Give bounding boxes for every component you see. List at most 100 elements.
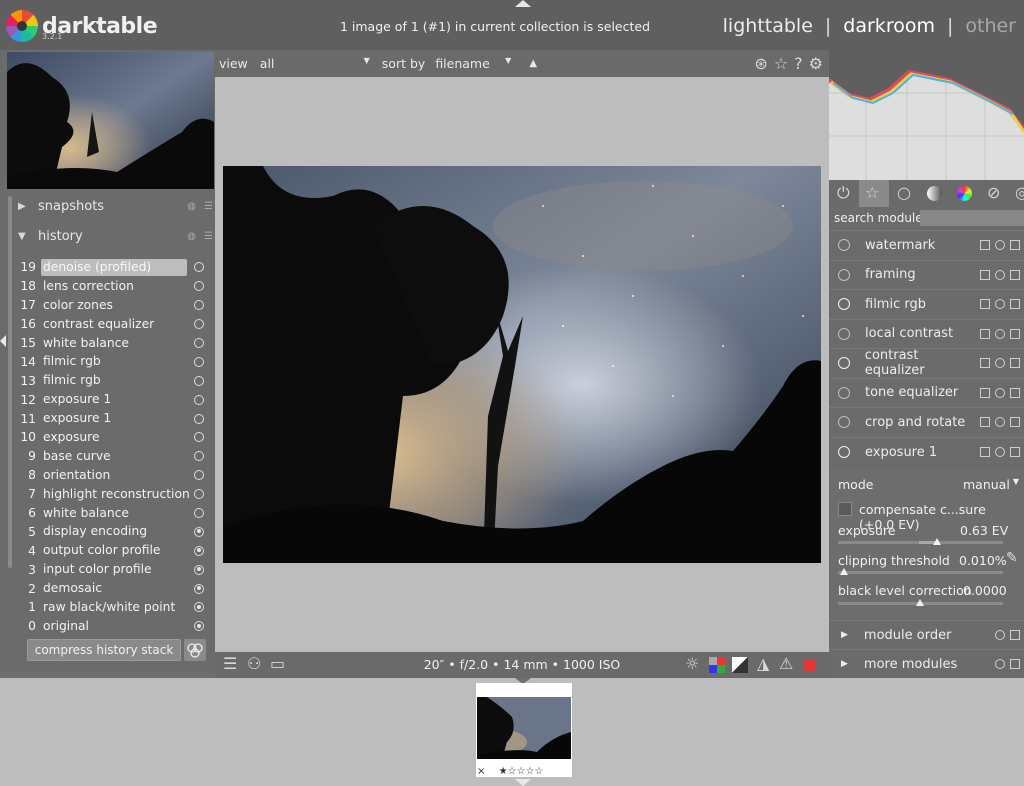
history-item[interactable]: 15 white balance — [20, 334, 210, 353]
active-modules-icon[interactable]: ⏻ — [837, 183, 850, 203]
module-label: crop and rotate — [865, 414, 966, 430]
history-item-label: white balance — [43, 335, 129, 350]
history-item[interactable]: 0 original — [20, 617, 210, 636]
exposure-value: 0.63 EV — [960, 523, 1009, 538]
filmstrip-image[interactable] — [477, 697, 571, 759]
history-item[interactable]: 18 lens correction — [20, 277, 210, 296]
power-icon[interactable] — [838, 357, 850, 370]
correct-group-icon[interactable]: ⊘ — [987, 183, 1000, 202]
history-item[interactable]: 9 base curve — [20, 447, 210, 466]
sort-dropdown[interactable]: filename ▼ — [435, 56, 511, 71]
history-item[interactable]: 11 exposure 1 — [20, 409, 210, 428]
module-state-icon — [194, 413, 204, 424]
module-header[interactable]: crop and rotate — [829, 407, 1024, 437]
module-header[interactable]: watermark — [829, 230, 1024, 260]
module-header[interactable]: local contrast — [829, 318, 1024, 348]
clipping-slider-knob[interactable] — [840, 568, 848, 575]
history-item-number: 4 — [28, 543, 36, 558]
bottom-panel-collapse-arrow[interactable] — [515, 779, 531, 786]
module-header[interactable]: exposure 1 — [829, 437, 1024, 467]
history-item[interactable]: 8 orientation — [20, 466, 210, 485]
module-state-icon — [194, 394, 204, 405]
compensate-checkbox[interactable] — [838, 502, 852, 516]
history-item[interactable]: 17 color zones — [20, 296, 210, 315]
history-item-label: input color profile — [43, 562, 152, 577]
history-item[interactable]: 19 denoise (profiled) — [20, 258, 210, 277]
grouping-icon[interactable]: ⊛ — [754, 54, 767, 73]
more-modules-label: more modules — [863, 656, 958, 672]
history-header[interactable]: ▼ history ◍ ☰ — [18, 222, 213, 250]
history-item[interactable]: 2 demosaic — [20, 579, 210, 598]
history-item[interactable]: 5 display encoding — [20, 522, 210, 541]
exposure-slider-knob[interactable] — [933, 538, 941, 545]
sort-order-icon[interactable]: ▲ — [529, 58, 537, 69]
history-item[interactable]: 3 input color profile — [20, 560, 210, 579]
module-state-icon — [194, 489, 204, 500]
navigation-thumbnail[interactable] — [7, 52, 214, 189]
black-level-slider-knob[interactable] — [916, 599, 924, 606]
history-item[interactable]: 14 filmic rgb — [20, 352, 210, 371]
power-icon[interactable] — [838, 268, 850, 281]
power-icon[interactable] — [838, 416, 850, 429]
history-item[interactable]: 12 exposure 1 — [20, 390, 210, 409]
clipping-value: 0.010% — [959, 553, 1007, 568]
reset-icon[interactable]: ◍ — [187, 201, 196, 212]
snapshots-header[interactable]: ▶ snapshots ◍ ☰ — [18, 192, 213, 220]
history-item[interactable]: 4 output color profile — [20, 541, 210, 560]
history-item[interactable]: 6 white balance — [20, 504, 210, 523]
reject-icon[interactable]: × — [477, 766, 485, 777]
view-lighttable[interactable]: lighttable — [723, 15, 813, 37]
history-item[interactable]: 1 raw black/white point — [20, 598, 210, 617]
history-item[interactable]: 16 contrast equalizer — [20, 315, 210, 334]
mode-dropdown[interactable]: manual ▼ — [963, 477, 1019, 492]
history-item[interactable]: 10 exposure — [20, 428, 210, 447]
power-icon[interactable] — [838, 386, 850, 399]
history-item[interactable]: 7 highlight reconstruction — [20, 485, 210, 504]
clipping-slider[interactable] — [838, 571, 1003, 574]
dropdown-arrow-icon: ▼ — [505, 56, 512, 65]
history-item-label: denoise (profiled) — [41, 258, 187, 276]
view-other[interactable]: other — [965, 15, 1016, 37]
module-header[interactable]: filmic rgb — [829, 289, 1024, 319]
multi-instance-icon — [980, 269, 990, 280]
color-group-icon[interactable] — [957, 186, 972, 201]
presets-icon[interactable]: ☰ — [204, 201, 213, 212]
star-icon[interactable]: ☆ — [774, 54, 788, 73]
favorites-tab[interactable]: ☆ — [859, 180, 889, 207]
module-header[interactable]: contrast equalizer — [829, 348, 1024, 378]
power-icon[interactable] — [838, 239, 850, 252]
view-filter-dropdown[interactable]: all ▼ — [260, 56, 370, 71]
top-panel-collapse-arrow[interactable] — [515, 0, 531, 7]
reset-icon — [995, 417, 1005, 428]
collection-status: 1 image of 1 (#1) in current collection … — [339, 19, 651, 34]
search-module-input[interactable] — [920, 210, 1024, 226]
history-item[interactable]: 13 filmic rgb — [20, 371, 210, 390]
module-order-header[interactable]: ▶ module order — [829, 620, 1024, 650]
compress-history-button[interactable]: compress history stack — [27, 639, 181, 661]
reset-icon[interactable]: ◍ — [187, 231, 196, 242]
power-icon[interactable] — [838, 298, 850, 311]
module-header[interactable]: tone equalizer — [829, 377, 1024, 407]
base-group-icon[interactable]: ○ — [897, 183, 911, 202]
power-icon[interactable] — [838, 446, 850, 459]
more-modules-header[interactable]: ▶ more modules — [829, 649, 1024, 679]
left-panel-collapse-arrow[interactable] — [0, 335, 6, 347]
left-panel-scrollbar[interactable] — [8, 196, 12, 568]
help-icon[interactable]: ? — [794, 54, 803, 73]
reset-icon — [995, 240, 1005, 251]
histogram[interactable] — [829, 50, 1024, 180]
create-style-button[interactable] — [184, 639, 206, 661]
color-picker-icon[interactable]: ✎ — [1006, 550, 1018, 566]
effect-group-icon[interactable]: ◎ — [1015, 183, 1024, 202]
gear-icon[interactable]: ⚙ — [809, 54, 823, 73]
view-filter-label: view — [219, 56, 248, 71]
star-rating[interactable]: ★☆☆☆☆ — [499, 766, 544, 777]
module-header[interactable]: framing — [829, 259, 1024, 289]
history-item-label: raw black/white point — [43, 599, 176, 614]
view-darkroom[interactable]: darkroom — [843, 15, 935, 37]
tone-group-icon[interactable] — [927, 186, 942, 201]
main-image[interactable] — [223, 166, 821, 563]
power-icon[interactable] — [838, 327, 850, 340]
presets-icon[interactable]: ☰ — [204, 231, 213, 242]
presets-icon — [1010, 417, 1020, 428]
